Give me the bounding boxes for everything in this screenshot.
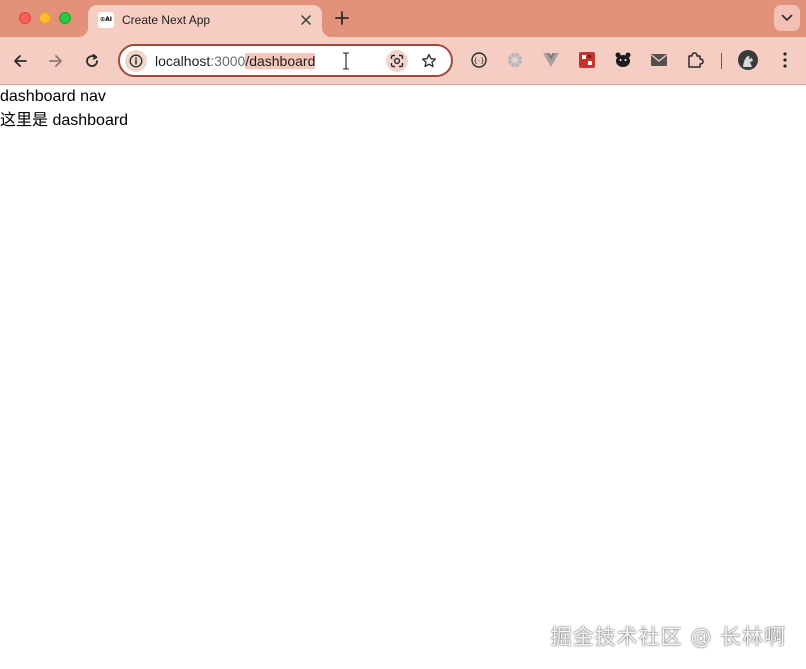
arrow-left-icon: [14, 55, 27, 67]
reload-icon: [86, 54, 98, 67]
url-text[interactable]: localhost:3000/dashboard: [155, 53, 316, 69]
new-tab-button[interactable]: [332, 8, 352, 28]
tab-title: Create Next App: [122, 13, 211, 27]
star-icon: [421, 53, 437, 68]
address-bar[interactable]: localhost:3000/dashboard: [118, 44, 453, 77]
text-cursor-icon: [343, 52, 349, 70]
tab-favicon-icon: ⊙AI: [98, 12, 114, 28]
arrow-right-icon: [49, 55, 62, 67]
bear-extension-icon[interactable]: [613, 50, 633, 70]
watermark-text: 掘金技术社区 @ 长林啊: [550, 625, 786, 649]
devtools-extension-icon[interactable]: {·}: [469, 50, 489, 70]
google-lens-icon: [390, 54, 404, 68]
site-info-button[interactable]: [125, 50, 147, 72]
browser-window: ⊙AI Create Next App localhost:3000/dashb…: [0, 0, 806, 669]
plus-icon: [335, 11, 349, 25]
page-content: dashboard nav 这里是 dashboard 掘金技术社区 @ 长林啊: [0, 85, 806, 669]
bookmark-button[interactable]: [418, 50, 440, 72]
tab-strip: ⊙AI Create Next App: [0, 0, 806, 37]
browser-toolbar: localhost:3000/dashboard {·}: [0, 37, 806, 85]
tab-create-next-app[interactable]: ⊙AI Create Next App: [78, 5, 332, 37]
info-icon: [129, 54, 143, 68]
toolbar-divider: [721, 53, 722, 69]
window-close-button[interactable]: [19, 12, 31, 24]
vue-extension-icon[interactable]: [541, 50, 561, 70]
chevron-down-icon: [781, 14, 793, 21]
puzzle-extensions-icon[interactable]: [685, 50, 705, 70]
forward-button[interactable]: [44, 49, 68, 73]
url-path-selected: /dashboard: [245, 53, 316, 69]
tab-search-button[interactable]: [774, 5, 800, 31]
dashboard-body-text: 这里是 dashboard: [0, 112, 129, 129]
dashboard-nav-text: dashboard nav: [0, 88, 106, 105]
reload-button[interactable]: [80, 49, 104, 73]
svg-text:{·}: {·}: [473, 57, 484, 65]
back-button[interactable]: [8, 49, 32, 73]
profile-avatar[interactable]: [737, 49, 759, 71]
kebab-menu-icon[interactable]: [775, 50, 795, 70]
close-icon[interactable]: [298, 12, 314, 28]
url-host: localhost: [155, 53, 211, 69]
url-port: :3000: [210, 53, 246, 69]
mail-extension-icon[interactable]: [649, 50, 669, 70]
red-extension-icon[interactable]: [577, 50, 597, 70]
window-minimize-button[interactable]: [39, 12, 51, 24]
window-maximize-button[interactable]: [59, 12, 71, 24]
google-lens-button[interactable]: [386, 50, 408, 72]
gray-gear-extension-icon[interactable]: [505, 50, 525, 70]
